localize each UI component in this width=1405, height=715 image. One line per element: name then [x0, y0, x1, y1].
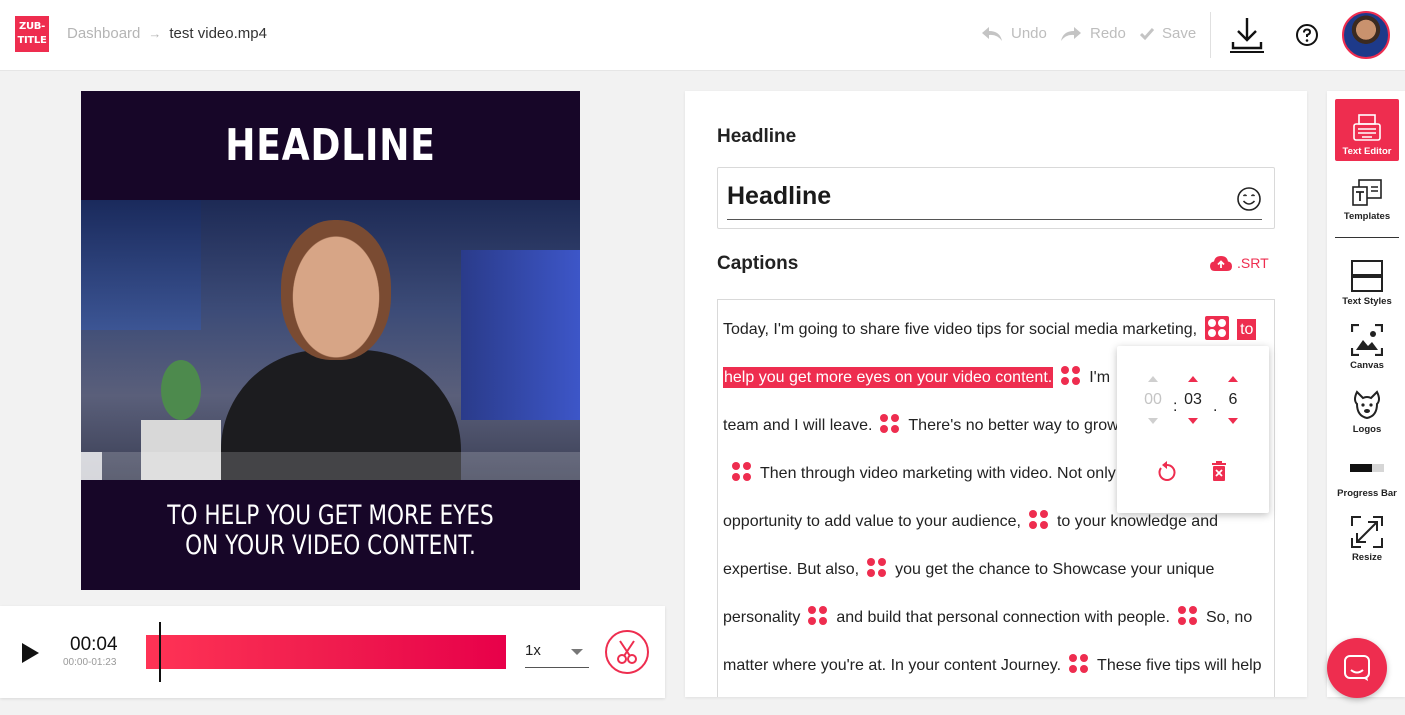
segment-split-handle-icon[interactable]: [1069, 654, 1089, 674]
seconds-up-icon[interactable]: [1188, 376, 1198, 382]
caption-segment[interactable]: So, no: [1206, 609, 1252, 626]
segment-split-handle-icon[interactable]: [1177, 606, 1198, 626]
chat-launcher-button[interactable]: [1327, 638, 1387, 698]
seconds-stepper[interactable]: 03: [1178, 376, 1208, 424]
tool-templates[interactable]: Templates: [1335, 164, 1399, 226]
headline-input[interactable]: Headline: [717, 167, 1275, 229]
preview-caption: TO HELP YOU GET MORE EYES ON YOUR VIDEO …: [167, 500, 494, 561]
caption-segment[interactable]: to your knowledge and: [1057, 513, 1218, 530]
redo-icon: [1061, 26, 1081, 41]
play-icon[interactable]: [22, 643, 39, 663]
download-icon[interactable]: [1230, 16, 1264, 59]
segment-split-handle-icon[interactable]: [880, 414, 900, 434]
segment-split-handle-icon[interactable]: [1205, 316, 1230, 340]
tool-resize[interactable]: Resize: [1335, 505, 1399, 567]
caption-segment-selected[interactable]: help you get more eyes on your video con…: [723, 367, 1054, 388]
zubtitle-logo[interactable]: ZUB- TITLE: [15, 16, 49, 52]
redo-button[interactable]: Redo: [1060, 25, 1126, 42]
caption-segment[interactable]: matter where you're at. In your content …: [723, 657, 1061, 674]
video-preview[interactable]: HEADLINE TO HELP YOU GET MORE EYES ON YO…: [81, 91, 580, 590]
tool-logos[interactable]: Logos: [1335, 377, 1399, 439]
cut-button[interactable]: [605, 630, 649, 674]
segment-split-handle-icon[interactable]: [1028, 510, 1049, 530]
breadcrumb-arrow-icon: →: [148, 26, 162, 41]
chat-icon: [1344, 655, 1370, 681]
dog-icon: [1354, 390, 1380, 420]
playback-speed-select[interactable]: 1x: [525, 642, 589, 668]
preview-headline: HEADLINE: [225, 120, 436, 171]
headline-input-value: Headline: [727, 182, 832, 210]
segment-split-handle-icon[interactable]: [732, 462, 752, 482]
caption-segment-selected[interactable]: to: [1237, 319, 1257, 340]
chevron-down-icon: [571, 649, 583, 655]
tool-progress-bar[interactable]: Progress Bar: [1335, 441, 1399, 503]
timeline-track[interactable]: [146, 635, 506, 669]
segment-split-handle-icon[interactable]: [808, 606, 828, 626]
headline-section-title: Headline: [717, 126, 797, 147]
templates-icon: [1352, 179, 1382, 206]
caption-segment[interactable]: opportunity to add value to your audienc…: [723, 513, 1021, 530]
minutes-stepper[interactable]: 00: [1138, 376, 1168, 424]
caption-segment[interactable]: personality: [723, 609, 800, 626]
scissors-icon: [617, 640, 637, 664]
video-frame-image: [81, 200, 580, 480]
caption-segment[interactable]: you get the chance to Showcase your uniq…: [895, 561, 1214, 578]
segment-time-popover: 00 : 03 . 6: [1117, 346, 1269, 513]
minutes-down-icon[interactable]: [1148, 418, 1158, 424]
undo-button[interactable]: Undo: [981, 25, 1047, 42]
user-avatar[interactable]: [1342, 11, 1390, 59]
seconds-down-icon[interactable]: [1188, 418, 1198, 424]
player-bar: 00:04 00:00-01:23 1x: [0, 606, 665, 698]
caption-segment[interactable]: Then through video marketing with video.…: [760, 465, 1116, 482]
toolbar-divider: [1210, 12, 1211, 58]
typewriter-icon: [1353, 114, 1381, 141]
srt-upload-button[interactable]: .SRT: [1209, 254, 1269, 272]
progress-bar-icon: [1350, 464, 1384, 472]
breadcrumb: Dashboard → test video.mp4: [67, 25, 267, 42]
srt-label: .SRT: [1237, 255, 1269, 271]
save-label: Save: [1162, 25, 1197, 42]
tool-text-styles[interactable]: Text Styles: [1335, 249, 1399, 311]
segment-split-handle-icon[interactable]: [1061, 366, 1081, 386]
save-button[interactable]: Save: [1140, 25, 1196, 42]
top-bar: ZUB- TITLE Dashboard → test video.mp4 Un…: [0, 0, 1405, 71]
breadcrumb-file-name: test video.mp4: [169, 25, 267, 42]
caption-segment[interactable]: and build that personal connection with …: [836, 609, 1170, 626]
tool-canvas[interactable]: Canvas: [1335, 313, 1399, 375]
breadcrumb-dashboard-link[interactable]: Dashboard: [67, 25, 140, 42]
cloud-upload-icon: [1210, 256, 1232, 271]
tool-text-editor[interactable]: Text Editor: [1335, 99, 1399, 161]
canvas-icon: [1351, 324, 1383, 356]
time-range: 00:00-01:23: [63, 657, 117, 668]
redo-label: Redo: [1090, 25, 1126, 42]
undo-label: Undo: [1011, 25, 1047, 42]
resize-icon: [1351, 516, 1383, 548]
minutes-up-icon[interactable]: [1148, 376, 1158, 382]
caption-segment[interactable]: team and I will leave.: [723, 417, 872, 434]
tenths-up-icon[interactable]: [1228, 376, 1238, 382]
captions-section-title: Captions: [717, 253, 799, 274]
segment-split-handle-icon[interactable]: [867, 558, 887, 578]
tools-divider: [1335, 237, 1399, 238]
reset-time-icon[interactable]: [1157, 461, 1177, 488]
undo-icon: [982, 26, 1002, 41]
check-icon: [1140, 27, 1154, 40]
text-styles-icon: [1351, 260, 1383, 292]
preview-progress-bar: [81, 452, 580, 480]
caption-segment[interactable]: expertise. But also,: [723, 561, 859, 578]
caption-segment[interactable]: There's no better way to grow: [908, 417, 1118, 434]
emoji-icon[interactable]: [1236, 186, 1262, 217]
playhead-handle[interactable]: [159, 622, 161, 682]
tools-sidebar: Text Editor Templates Text Styles Canvas…: [1327, 91, 1405, 697]
caption-segment[interactable]: Today, I'm going to share five video tip…: [723, 321, 1197, 338]
current-time: 00:04: [70, 634, 118, 655]
tenths-down-icon[interactable]: [1228, 418, 1238, 424]
tenths-stepper[interactable]: 6: [1218, 376, 1248, 424]
caption-segment[interactable]: These five tips will help: [1097, 657, 1262, 674]
help-icon[interactable]: [1295, 23, 1319, 52]
delete-segment-icon[interactable]: [1211, 461, 1227, 486]
caption-segment[interactable]: I'm: [1089, 369, 1110, 386]
